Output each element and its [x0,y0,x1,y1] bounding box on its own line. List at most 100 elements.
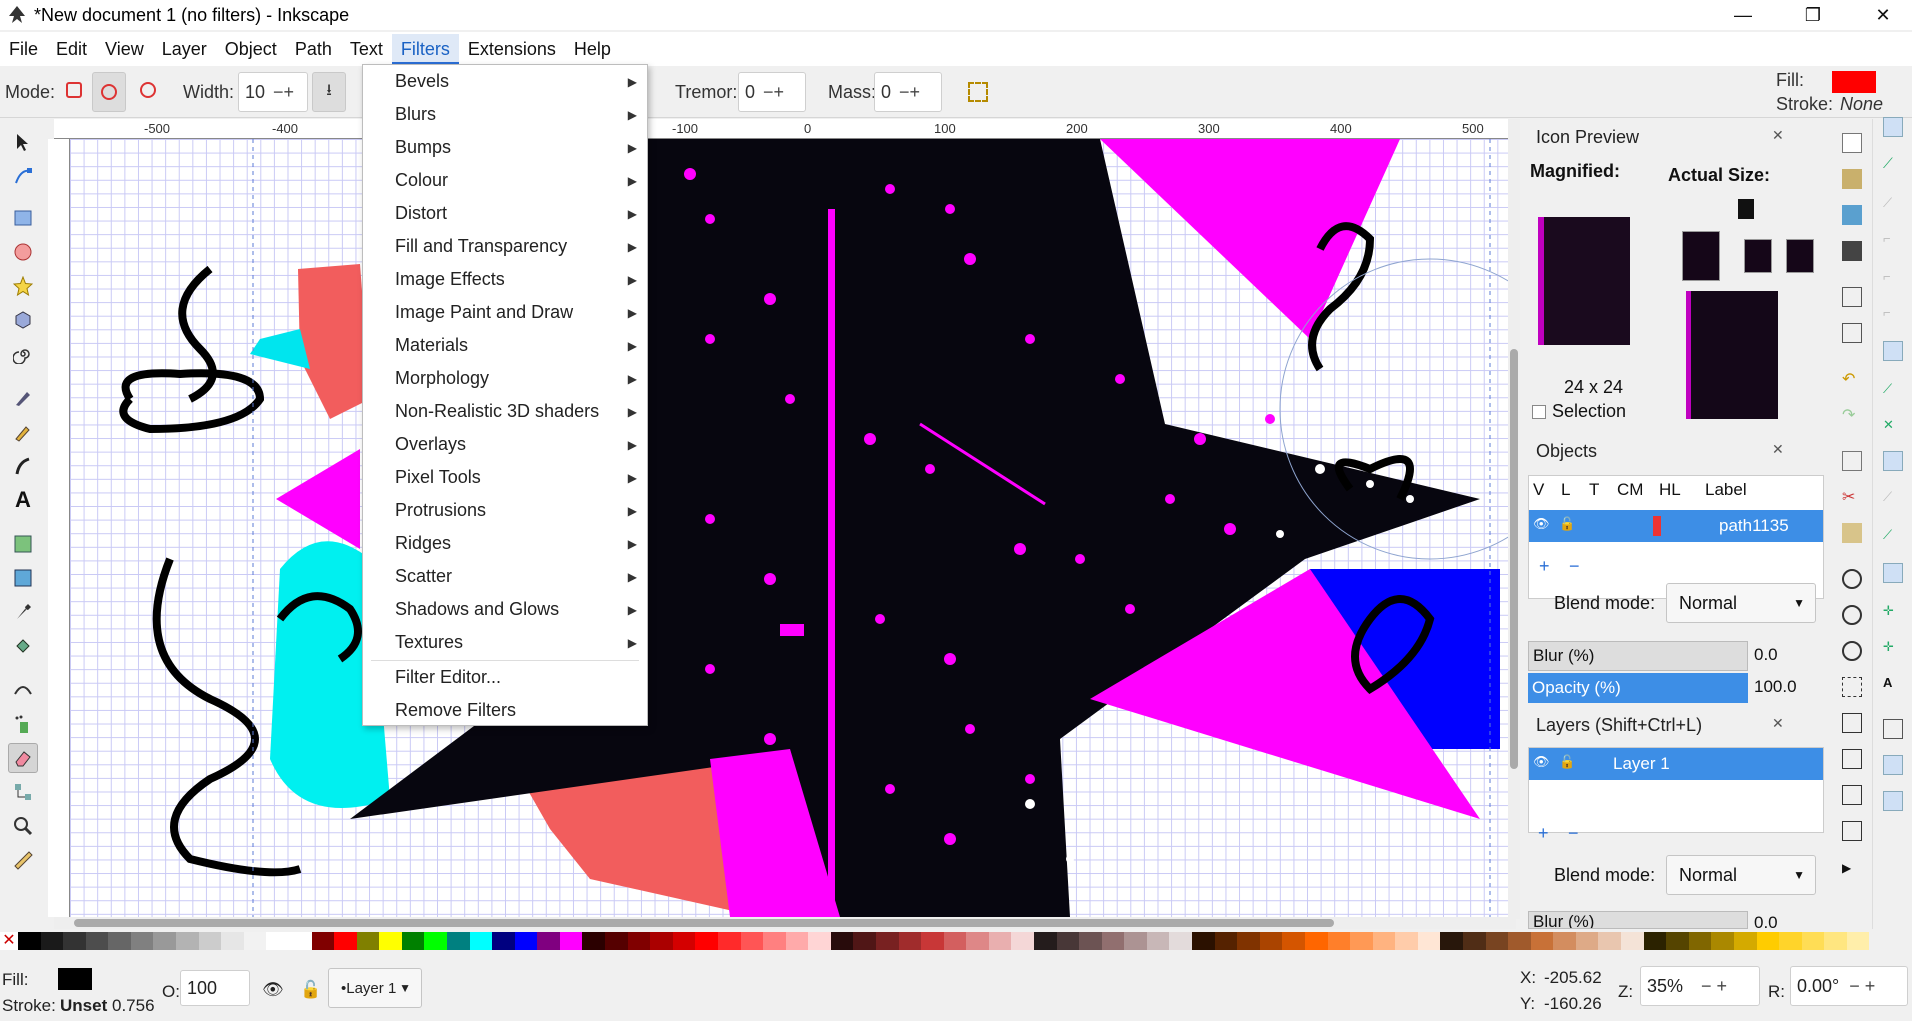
palette-swatch[interactable] [176,932,199,950]
palette-swatch[interactable] [492,932,515,950]
palette-swatch[interactable] [446,932,470,950]
filters-item-distort[interactable]: Distort ▶ [363,197,647,230]
palette-swatch[interactable] [988,932,1012,950]
palette-swatch[interactable] [808,932,831,950]
tremor-stepper-icon[interactable]: −+ [763,82,784,103]
menu-view[interactable]: View [96,34,153,64]
palette-swatch[interactable] [243,932,267,950]
minimize-button[interactable]: — [1720,0,1766,30]
tremor-spinner[interactable]: 0 −+ [738,72,806,112]
layer-select[interactable]: •Layer 1 ▼ [328,968,422,1008]
ellipse-tool-icon[interactable] [8,237,38,267]
menu-layer[interactable]: Layer [153,34,216,64]
filters-item-non-realistic-3d[interactable]: Non-Realistic 3D shaders ▶ [363,395,647,428]
selector-tool-icon[interactable] [8,127,38,157]
filters-item-bumps[interactable]: Bumps ▶ [363,131,647,164]
paste-icon[interactable] [1842,523,1862,543]
preview-thumb-medium[interactable] [1744,239,1772,273]
palette-swatch[interactable] [1079,932,1102,950]
close-icon[interactable]: ✕ [1772,127,1784,144]
snap-guide-icon[interactable] [1883,791,1903,811]
palette-swatch[interactable] [1508,932,1531,950]
palette-swatch[interactable] [63,932,86,950]
palette-swatch[interactable] [943,932,967,950]
palette-swatch[interactable] [1327,932,1351,950]
eraser-mode-cut-button[interactable] [92,72,126,112]
objects-blur-value[interactable]: 0.0 [1754,645,1778,665]
vertical-ruler[interactable] [48,139,70,917]
eye-icon[interactable]: 👁 [1533,754,1550,770]
palette-swatch[interactable] [966,932,989,950]
cut-icon[interactable]: ✂ [1842,487,1862,507]
group-icon[interactable] [1842,821,1862,841]
filters-item-image-effects[interactable]: Image Effects ▶ [363,263,647,296]
palette-swatch[interactable] [311,932,335,950]
palette-swatch[interactable] [401,932,425,950]
palette-swatch[interactable] [785,932,809,950]
palette-swatch[interactable] [1779,932,1802,950]
snap-enable-icon[interactable] [1883,117,1903,137]
pencil-tool-icon[interactable] [8,417,38,447]
mass-spinner[interactable]: 0 −+ [874,72,942,112]
snap-midpoint-icon[interactable]: ⟋ [1883,527,1903,547]
menu-path[interactable]: Path [286,34,341,64]
node-tool-icon[interactable] [8,161,38,191]
menu-help[interactable]: Help [565,34,620,64]
palette-swatch[interactable] [1824,932,1847,950]
filters-item-scatter[interactable]: Scatter ▶ [363,560,647,593]
more-arrow-icon[interactable]: ▶ [1842,861,1862,881]
objects-opacity-value[interactable]: 100.0 [1754,677,1797,697]
layers-blur-value[interactable]: 0.0 [1754,913,1778,929]
mesh-tool-icon[interactable] [8,563,38,593]
palette-swatch[interactable] [1553,932,1576,950]
highlight-color-icon[interactable] [1653,516,1661,536]
text-tool-icon[interactable]: A [8,485,38,515]
rectangle-tool-icon[interactable] [8,203,38,233]
palette-swatch[interactable] [605,932,628,950]
palette-swatch[interactable] [1530,932,1554,950]
snap-bbox-midpoint-icon[interactable]: ⌐ [1883,269,1903,289]
snap-grid-icon[interactable] [1883,755,1903,775]
filters-item-morphology[interactable]: Morphology ▶ [363,362,647,395]
palette-swatch[interactable] [379,932,402,950]
palette-swatch[interactable] [1034,932,1057,950]
palette-swatch[interactable] [356,932,380,950]
zoom-selection-icon[interactable] [1842,569,1862,589]
palette-swatch[interactable] [85,932,109,950]
menu-object[interactable]: Object [216,34,286,64]
palette-swatch[interactable] [1756,932,1780,950]
drawing-canvas[interactable] [70,139,1508,917]
palette-swatch[interactable] [1011,932,1035,950]
close-button[interactable]: ✕ [1860,0,1906,30]
palette-swatch[interactable] [1801,932,1825,950]
palette-swatch[interactable] [108,932,131,950]
filter-editor-item[interactable]: Filter Editor... [363,661,647,694]
connector-tool-icon[interactable] [8,777,38,807]
eye-icon[interactable]: 👁 [262,980,284,1000]
import-icon[interactable] [1842,287,1862,307]
palette-swatch[interactable] [40,932,64,950]
lock-icon[interactable]: 🔓 [1559,516,1575,532]
palette-swatch[interactable] [559,932,583,950]
filters-item-bevels[interactable]: Bevels ▶ [363,65,647,98]
pen-tool-icon[interactable] [8,383,38,413]
tweak-tool-icon[interactable] [8,675,38,705]
objects-blend-select[interactable]: Normal ▼ [1666,583,1816,623]
snap-others-icon[interactable] [1883,563,1903,583]
zoom-width-icon[interactable] [1842,677,1862,697]
palette-swatch[interactable] [582,932,606,950]
palette-swatch[interactable] [763,932,786,950]
zoom-stepper-icon[interactable]: − + [1701,976,1727,997]
palette-swatch[interactable] [1124,932,1147,950]
palette-swatch[interactable] [1846,932,1870,950]
eye-icon[interactable]: 👁 [1533,516,1550,532]
mass-stepper-icon[interactable]: −+ [899,82,920,103]
palette-swatch[interactable] [1440,932,1463,950]
palette-swatch[interactable] [627,932,651,950]
spiral-tool-icon[interactable] [8,339,38,369]
palette-swatch[interactable] [1688,932,1712,950]
menu-file[interactable]: File [0,34,47,64]
add-layer-icon[interactable]: + [1538,823,1549,844]
snap-rotation-center-icon[interactable]: ✛ [1883,639,1903,659]
snap-bbox-center-icon[interactable]: ⌐ [1883,305,1903,325]
